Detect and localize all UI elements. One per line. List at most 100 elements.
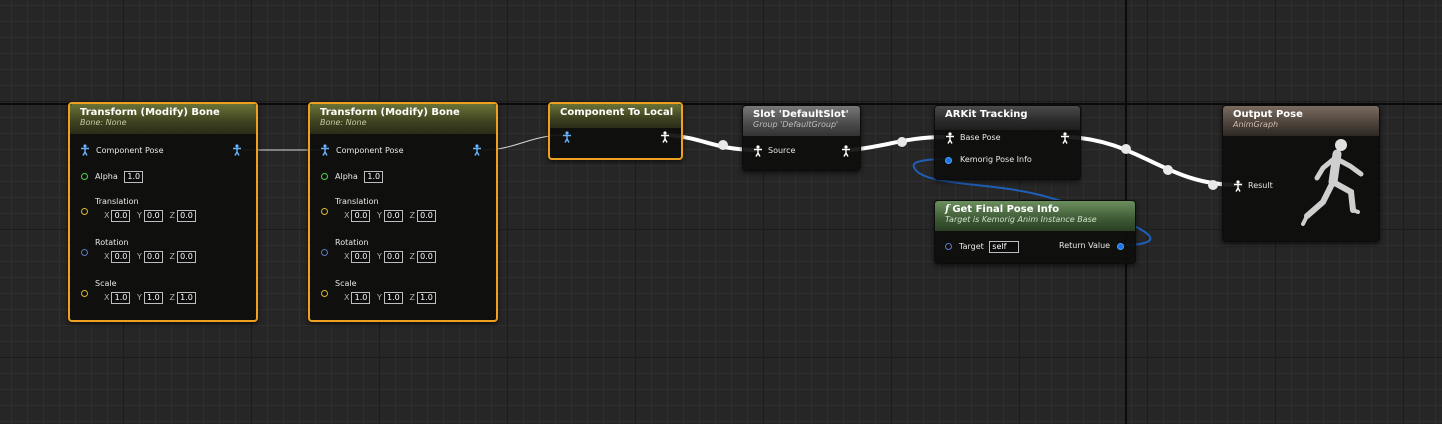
rotation-pin[interactable] (81, 249, 88, 256)
target-pin[interactable] (945, 243, 952, 250)
component-pose-input-pin-icon[interactable] (562, 131, 572, 145)
x-axis-label: X (344, 211, 350, 220)
result-label: Result (1248, 181, 1273, 190)
rotation-pin[interactable] (321, 249, 328, 256)
base-pose-input-pin-icon[interactable] (945, 132, 955, 146)
mannequin-icon (1301, 139, 1364, 226)
return-value-pin[interactable] (1117, 243, 1124, 250)
wire-knot (1121, 144, 1131, 154)
z-axis-label: Z (409, 211, 415, 220)
alpha-input[interactable]: 1.0 (364, 171, 384, 183)
component-pose-output-pin-icon[interactable] (232, 144, 242, 158)
translation-label: Translation (335, 197, 379, 206)
scale-fields: X 1.0 Y 1.0 Z 1.0 (100, 292, 196, 304)
pose-output-pin-icon[interactable] (841, 145, 851, 159)
scale-z-input[interactable]: 1.0 (416, 292, 436, 304)
x-axis-label: X (104, 211, 110, 220)
transform-modify-bone-node-2[interactable]: Transform (Modify) Bone Bone: None Compo… (308, 102, 498, 322)
alpha-input[interactable]: 1.0 (124, 171, 144, 183)
slot-node[interactable]: Slot 'DefaultSlot' Group 'DefaultGroup' … (742, 105, 861, 171)
component-pose-input-pin-icon[interactable] (320, 144, 330, 158)
scale-x-input[interactable]: 1.0 (111, 292, 131, 304)
wire-knot (1163, 165, 1173, 175)
function-icon: f (945, 204, 950, 215)
node-title-row: f Get Final Pose Info (945, 204, 1125, 215)
rotation-label: Rotation (95, 238, 129, 247)
get-final-pose-info-node[interactable]: f Get Final Pose Info Target is Kemorig A… (934, 200, 1136, 264)
scale-z-input[interactable]: 1.0 (176, 292, 196, 304)
pose-output-pin-icon[interactable] (1060, 132, 1070, 146)
arkit-tracking-node[interactable]: ARKit Tracking Base Pose Kemorig Pose In… (934, 105, 1081, 180)
scale-pin[interactable] (81, 290, 88, 297)
target-label: Target (959, 242, 984, 251)
y-axis-label: Y (137, 252, 142, 261)
y-axis-label: Y (137, 211, 142, 220)
rotation-label: Rotation (335, 238, 369, 247)
x-axis-label: X (104, 293, 110, 302)
alpha-row: Alpha 1.0 (335, 171, 384, 183)
scale-x-input[interactable]: 1.0 (351, 292, 371, 304)
alpha-pin[interactable] (81, 173, 88, 180)
node-header[interactable]: Output Pose AnimGraph (1223, 106, 1379, 136)
node-subtitle: Bone: None (80, 118, 127, 127)
translation-z-input[interactable]: 0.0 (416, 210, 436, 222)
target-input[interactable]: self (989, 241, 1020, 253)
node-title: ARKit Tracking (945, 109, 1028, 120)
x-axis-label: X (104, 252, 110, 261)
node-header[interactable]: ARKit Tracking (935, 106, 1080, 130)
local-pose-output-pin-icon[interactable] (660, 131, 670, 145)
scale-y-input[interactable]: 1.0 (143, 292, 163, 304)
component-pose-label: Component Pose (96, 146, 164, 155)
translation-fields: X 0.0 Y 0.0 Z 0.0 (100, 210, 196, 222)
alpha-row: Alpha 1.0 (95, 171, 144, 183)
rotation-z-input[interactable]: 0.0 (416, 251, 436, 263)
source-input-pin-icon[interactable] (753, 145, 763, 159)
z-axis-label: Z (169, 293, 175, 302)
y-axis-label: Y (377, 252, 382, 261)
node-title: Get Final Pose Info (952, 204, 1060, 215)
transform-modify-bone-node-1[interactable]: Transform (Modify) Bone Bone: None Compo… (68, 102, 258, 322)
scale-pin[interactable] (321, 290, 328, 297)
translation-z-input[interactable]: 0.0 (176, 210, 196, 222)
rotation-y-input[interactable]: 0.0 (383, 251, 403, 263)
component-pose-input-pin-icon[interactable] (80, 144, 90, 158)
alpha-label: Alpha (95, 172, 118, 181)
translation-y-input[interactable]: 0.0 (383, 210, 403, 222)
result-input-pin-icon[interactable] (1233, 180, 1243, 194)
node-header[interactable]: Component To Local (550, 104, 681, 128)
node-subtitle: Bone: None (320, 118, 367, 127)
scale-y-input[interactable]: 1.0 (383, 292, 403, 304)
node-subtitle: AnimGraph (1233, 120, 1279, 129)
translation-x-input[interactable]: 0.0 (351, 210, 371, 222)
node-header[interactable]: Transform (Modify) Bone Bone: None (310, 104, 496, 134)
rotation-x-input[interactable]: 0.0 (111, 251, 131, 263)
node-title: Component To Local (560, 107, 674, 118)
z-axis-label: Z (409, 252, 415, 261)
node-header[interactable]: Slot 'DefaultSlot' Group 'DefaultGroup' (743, 106, 860, 136)
z-axis-label: Z (169, 252, 175, 261)
translation-x-input[interactable]: 0.0 (111, 210, 131, 222)
rotation-y-input[interactable]: 0.0 (143, 251, 163, 263)
node-title: Transform (Modify) Bone (320, 107, 460, 118)
scale-label: Scale (335, 279, 357, 288)
y-axis-label: Y (377, 293, 382, 302)
node-subtitle: Target is Kemorig Anim Instance Base (945, 215, 1097, 224)
alpha-label: Alpha (335, 172, 358, 181)
rotation-x-input[interactable]: 0.0 (351, 251, 371, 263)
source-label: Source (768, 146, 796, 155)
wire-knot (1208, 180, 1218, 190)
node-header[interactable]: Transform (Modify) Bone Bone: None (70, 104, 256, 134)
output-pose-node[interactable]: Output Pose AnimGraph Result (1222, 105, 1380, 242)
translation-pin[interactable] (81, 208, 88, 215)
rotation-z-input[interactable]: 0.0 (176, 251, 196, 263)
node-header[interactable]: f Get Final Pose Info Target is Kemorig A… (935, 201, 1135, 231)
translation-y-input[interactable]: 0.0 (143, 210, 163, 222)
translation-fields: X 0.0 Y 0.0 Z 0.0 (340, 210, 436, 222)
component-pose-output-pin-icon[interactable] (472, 144, 482, 158)
component-to-local-node[interactable]: Component To Local (548, 102, 683, 160)
x-axis-label: X (344, 293, 350, 302)
translation-pin[interactable] (321, 208, 328, 215)
component-pose-label: Component Pose (336, 146, 404, 155)
kemorig-pose-info-pin[interactable] (945, 157, 952, 164)
alpha-pin[interactable] (321, 173, 328, 180)
